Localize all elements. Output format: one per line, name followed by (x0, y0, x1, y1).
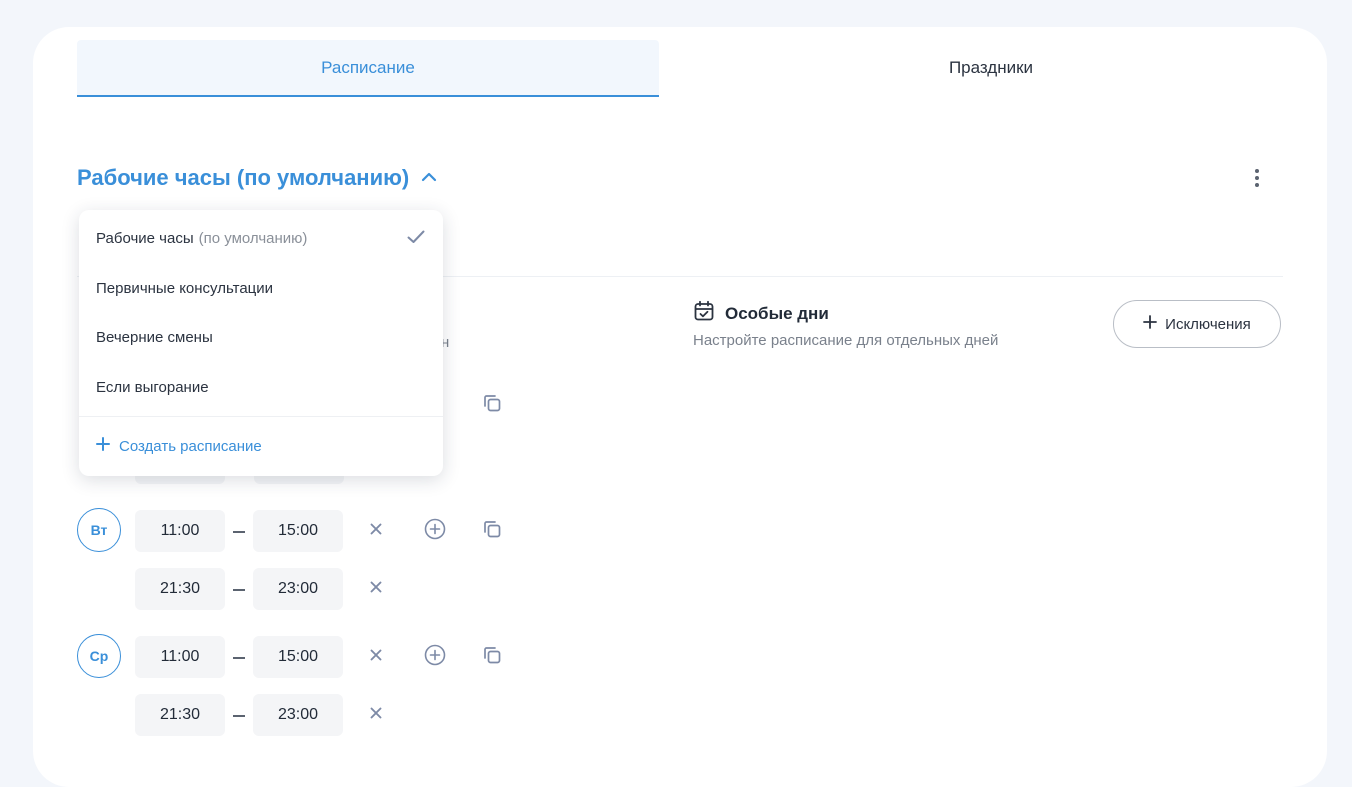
schedule-title: Рабочие часы (по умолчанию) (77, 165, 410, 190)
dropdown-item-burnout[interactable]: Если выгорание (79, 363, 443, 411)
add-exception-label: Исключения (1165, 315, 1251, 333)
close-icon (370, 522, 382, 540)
copy-slot-button[interactable] (480, 519, 504, 543)
special-days-subtitle: Настройте расписание для отдельных дней (693, 332, 999, 349)
dropdown-item-label: Первичные консультации (96, 279, 274, 297)
remove-slot-button[interactable] (364, 519, 388, 543)
time-from-field[interactable]: 21:30 (135, 694, 225, 736)
dropdown-item-default-hours[interactable]: Рабочие часы (по умолчанию) (79, 214, 443, 262)
add-slot-button[interactable] (423, 518, 447, 545)
time-from-field[interactable]: 11:00 (135, 636, 225, 678)
range-dash (233, 531, 245, 533)
dropdown-item-default-tag: (по умолчанию) (198, 229, 308, 247)
special-days-title: Особые дни (725, 303, 829, 323)
day-badge-wednesday[interactable]: Ср (77, 634, 121, 678)
close-icon (370, 580, 382, 598)
copy-slot-button[interactable] (480, 393, 504, 417)
time-from-field[interactable]: 21:30 (135, 568, 225, 610)
remove-slot-button[interactable] (364, 703, 388, 727)
schedule-selector[interactable]: Рабочие часы (по умолчанию) (77, 165, 437, 191)
calendar-check-icon (693, 300, 715, 327)
more-options-button[interactable] (1245, 167, 1269, 193)
remove-slot-button[interactable] (364, 577, 388, 601)
dropdown-item-primary-consultations[interactable]: Первичные консультации (79, 264, 443, 312)
tab-holidays[interactable]: Праздники (661, 40, 1321, 95)
dropdown-item-label: Если выгорание (96, 378, 209, 396)
day-badge-tuesday[interactable]: Вт (77, 508, 121, 552)
copy-icon (482, 519, 502, 544)
close-icon (370, 648, 382, 666)
close-icon (370, 706, 382, 724)
add-slot-button[interactable] (423, 644, 447, 671)
range-dash (233, 589, 245, 591)
schedule-card: Расписание Праздники Рабочие часы (по ум… (33, 27, 1327, 787)
dropdown-item-evening-shifts[interactable]: Вечерние смены (79, 313, 443, 361)
time-to-field[interactable]: 15:00 (253, 510, 343, 552)
copy-icon (482, 645, 502, 670)
time-from-field[interactable]: 11:00 (135, 510, 225, 552)
range-dash (233, 715, 245, 717)
plus-circle-icon (424, 644, 446, 671)
remove-slot-button[interactable] (364, 645, 388, 669)
schedule-dropdown-menu: Рабочие часы (по умолчанию) Первичные ко… (79, 210, 443, 476)
time-to-field[interactable]: 23:00 (253, 568, 343, 610)
create-schedule-label: Создать расписание (119, 437, 262, 455)
special-days-header: Особые дни (693, 300, 829, 327)
check-icon (407, 230, 425, 248)
range-dash (233, 657, 245, 659)
plus-circle-icon (424, 518, 446, 545)
plus-icon (96, 437, 110, 455)
tab-schedule[interactable]: Расписание (77, 40, 659, 97)
chevron-up-icon (421, 169, 437, 187)
add-exception-button[interactable]: Исключения (1113, 300, 1281, 348)
time-to-field[interactable]: 15:00 (253, 636, 343, 678)
copy-slot-button[interactable] (480, 645, 504, 669)
kebab-icon (1254, 168, 1260, 193)
dropdown-item-label: Рабочие часы (96, 229, 194, 247)
time-to-field[interactable]: 23:00 (253, 694, 343, 736)
dropdown-item-label: Вечерние смены (96, 328, 213, 346)
copy-icon (482, 393, 502, 418)
create-schedule-button[interactable]: Создать расписание (79, 424, 443, 468)
plus-icon (1143, 315, 1158, 333)
dropdown-separator (79, 416, 443, 417)
